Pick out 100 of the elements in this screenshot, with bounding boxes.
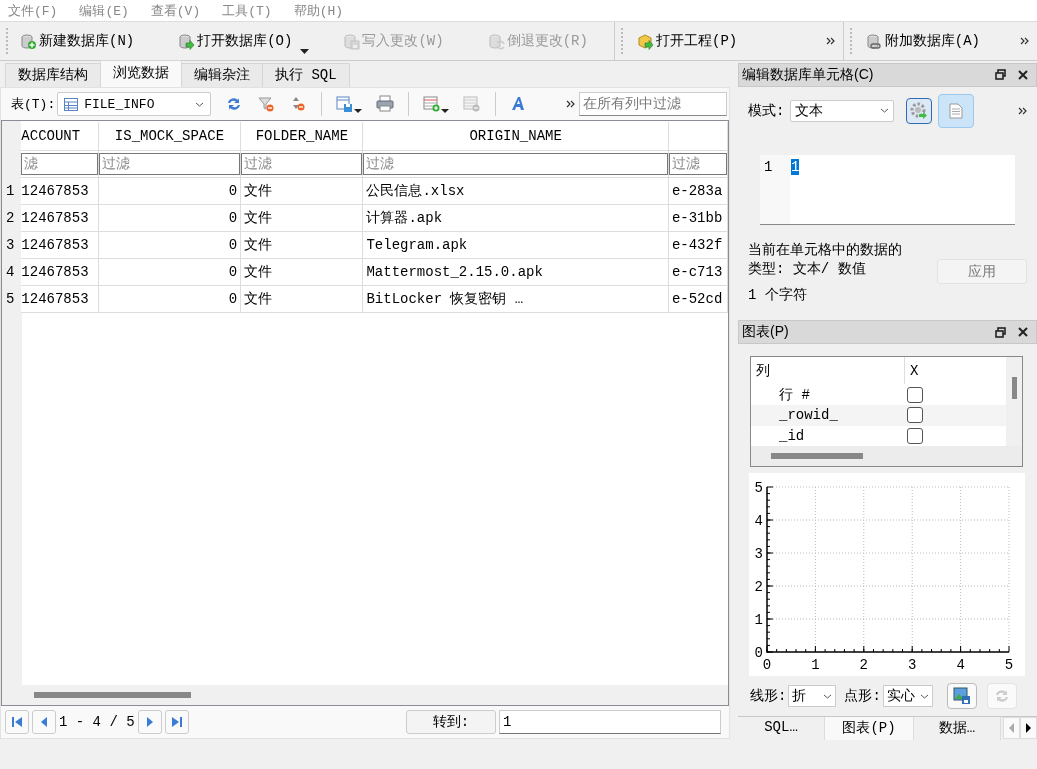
table-cell: 12467853 (20, 177, 99, 204)
selected-text: 1 (791, 158, 800, 175)
cell-editor[interactable]: 1 1 (760, 154, 1015, 226)
tick-label: 4 (754, 513, 763, 530)
toolbar-button[interactable]: 附加数据库(A) (861, 29, 984, 53)
scroll-right-icon[interactable] (1024, 722, 1033, 734)
tab[interactable]: 编辑杂注 (181, 63, 263, 87)
caret-icon (880, 108, 890, 114)
table-cell: 文件 (240, 231, 363, 258)
tab[interactable]: 数据库结构 (5, 63, 101, 87)
table-cell: 文件 (240, 258, 363, 285)
table-cell: BitLocker 恢复密钥 … (362, 285, 669, 312)
tab[interactable]: 图表(P) (825, 717, 914, 740)
scrollbar-thumb[interactable] (1011, 376, 1017, 399)
menu-item[interactable]: 工具(T) (222, 1, 282, 20)
column-header[interactable]: FOLDER_NAME (240, 121, 363, 150)
filter-field[interactable]: 过滤 (99, 152, 240, 175)
save-image-icon[interactable] (952, 687, 971, 706)
scroll-left-icon[interactable] (1007, 722, 1016, 734)
checkbox[interactable] (906, 386, 923, 403)
float-icon[interactable] (995, 326, 1006, 338)
page-button[interactable] (32, 710, 56, 734)
goto-button[interactable]: 转到: (406, 710, 496, 734)
double-chevron-icon (566, 100, 575, 108)
table-cell: 文件 (240, 204, 363, 231)
checkbox[interactable] (906, 407, 923, 424)
list-item[interactable]: _id (751, 425, 905, 447)
menu-item[interactable]: 文件(F) (8, 1, 68, 20)
tab[interactable]: 执行 SQL (262, 63, 350, 87)
scrollbar-thumb[interactable] (771, 453, 863, 460)
menu-item[interactable]: 查看(V) (150, 1, 211, 20)
filter-field[interactable]: 滤 (21, 152, 98, 175)
database-icon (865, 32, 883, 50)
tab[interactable]: 浏览数据 (100, 60, 182, 87)
row-number: 3 (2, 231, 21, 258)
table-add-icon[interactable] (423, 95, 442, 113)
table-cell: e-283a (668, 177, 728, 204)
tab[interactable]: 数据… (914, 717, 1001, 740)
column-header: X (904, 356, 1007, 385)
double-chevron-icon (825, 37, 835, 45)
line-number: 1 (760, 154, 790, 225)
style-dropdown[interactable]: 实心 (882, 685, 933, 708)
table-cell: 文件 (240, 177, 363, 204)
mode-dropdown[interactable]: 文本 (790, 99, 895, 122)
list-item[interactable]: 行 # (751, 384, 905, 405)
close-icon[interactable] (1018, 69, 1028, 80)
table-cell: 0 (98, 285, 241, 312)
toolbar-button[interactable]: 打开工程(P) (633, 29, 742, 53)
page-button[interactable] (5, 710, 29, 734)
filter-field[interactable]: 过滤 (669, 152, 727, 175)
table-cell: 12467853 (20, 231, 99, 258)
table-cell: e-c713 (668, 258, 728, 285)
double-chevron-icon (1020, 37, 1029, 45)
table-cell: e-31bb (668, 204, 728, 231)
tick-label: 0 (754, 645, 763, 662)
database-icon (487, 32, 505, 50)
tick-label: 4 (956, 657, 965, 674)
dropdown-arrow-icon (354, 109, 363, 113)
char-count: 1 个字符 (747, 286, 808, 305)
scrollbar-thumb[interactable] (34, 692, 191, 698)
tick-label: 5 (1004, 657, 1013, 674)
point-style-label: 点形: (844, 687, 881, 706)
tick-label: 1 (754, 612, 763, 629)
page-button[interactable] (137, 710, 162, 734)
save-table-icon[interactable] (336, 95, 355, 113)
table-cell: 0 (98, 204, 241, 231)
caret-icon (195, 101, 205, 107)
goto-field[interactable]: 1 (499, 710, 721, 734)
menu-item[interactable]: 编辑(E) (79, 1, 139, 20)
toolbar-button[interactable]: 打开数据库(O) (174, 29, 314, 53)
list-item[interactable]: _rowid_ (751, 405, 905, 426)
row-number: 5 (2, 285, 21, 312)
tick-label: 3 (908, 657, 917, 674)
filter-field[interactable]: 过滤 (363, 152, 668, 175)
line-style-label: 线形: (750, 687, 787, 706)
row-number: 1 (2, 177, 21, 204)
table-cell: 公民信息.xlsx (362, 177, 669, 204)
print-icon[interactable] (376, 95, 395, 113)
funnel-icon[interactable] (257, 95, 276, 113)
filter-field[interactable]: 过滤 (241, 152, 362, 175)
table-cell: e-52cd (668, 285, 728, 312)
first-page-icon (10, 715, 24, 729)
auto-switch-button[interactable] (906, 97, 933, 124)
panel-title: 编辑数据库单元格(C) (742, 65, 875, 84)
toolbar-button[interactable]: 新建数据库(N) (16, 29, 139, 53)
row-number: 4 (2, 258, 21, 285)
float-icon[interactable] (995, 69, 1006, 81)
column-header[interactable]: IS_MOCK_SPACE (98, 121, 241, 150)
page-button[interactable] (164, 710, 189, 734)
style-dropdown[interactable]: 折 (788, 685, 837, 708)
close-icon[interactable] (1018, 327, 1028, 337)
checkbox[interactable] (906, 427, 923, 444)
column-header[interactable]: ORIGIN_NAME (362, 121, 669, 150)
document-icon (949, 102, 964, 119)
menu-item[interactable]: 帮助(H) (293, 1, 354, 20)
caret-icon (919, 693, 929, 699)
column-header[interactable]: ACCOUNT (20, 121, 99, 150)
table-dropdown[interactable]: FILE_INFO (57, 92, 212, 116)
filter-field[interactable]: 在所有列中过滤 (579, 92, 727, 116)
column-header: 列 (751, 356, 905, 385)
